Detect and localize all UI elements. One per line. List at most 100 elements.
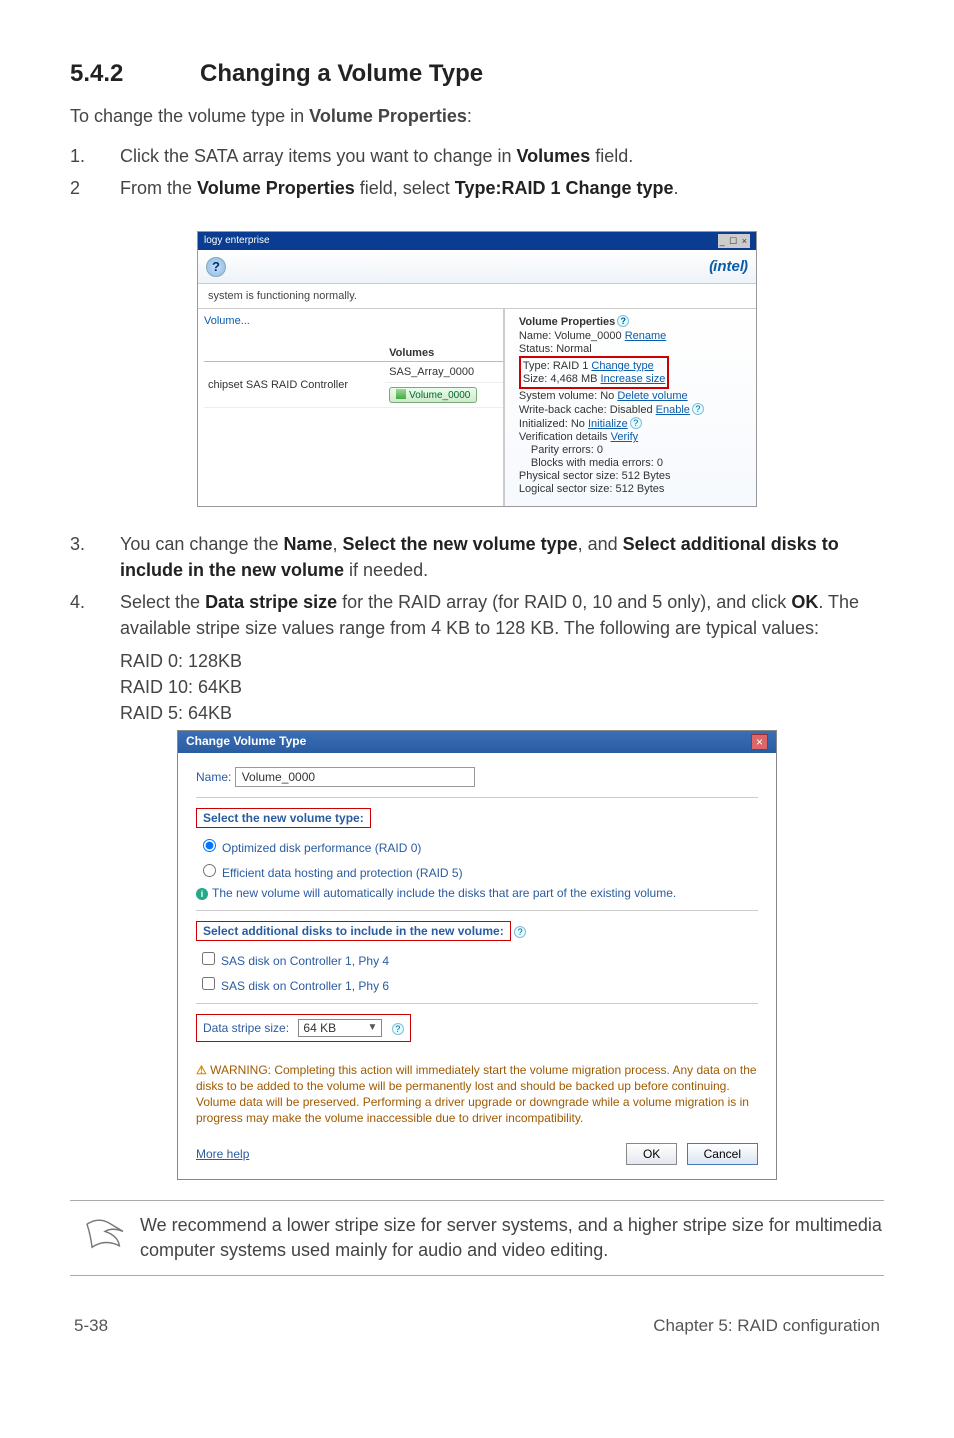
raid10-line: RAID 10: 64KB (120, 674, 884, 700)
controller-cell: chipset SAS RAID Controller (204, 362, 385, 408)
highlight-change-type: Type: RAID 1 Change type Size: 4,468 MB … (519, 356, 669, 389)
change-type-link[interactable]: Change type (591, 360, 653, 372)
name-line: Name: Volume_0000 (519, 330, 625, 342)
hint-icon[interactable]: ? (392, 1023, 404, 1035)
section-title: Changing a Volume Type (200, 60, 483, 87)
step-num: 2 (70, 175, 120, 201)
t: Select the new volume type (343, 534, 578, 554)
phys-line: Physical sector size: 512 Bytes (519, 470, 746, 482)
page-number: 5-38 (74, 1316, 108, 1336)
name-label: Name: (196, 770, 231, 784)
blocks-line: Blocks with media errors: 0 (519, 457, 746, 469)
dialog-title: Change Volume Type (186, 734, 306, 750)
step-1: 1. Click the SATA array items you want t… (70, 143, 884, 169)
vol-prop-header: Volume Properties (519, 316, 615, 328)
stripe-size-value: 64 KB (303, 1021, 336, 1035)
window-titlebar: logy enterprise _ ☐ × (198, 232, 756, 250)
init-line: Initialized: No (519, 418, 588, 430)
step-num: 1. (70, 143, 120, 169)
volume-link[interactable]: Volume... (204, 315, 503, 327)
step-num: 4. (70, 589, 120, 641)
select-disks-header: Select additional disks to include in th… (196, 921, 511, 941)
disk1-label: SAS disk on Controller 1, Phy 4 (221, 954, 389, 968)
t: Volumes (517, 146, 591, 166)
note-icon (70, 1217, 140, 1258)
increase-size-link[interactable]: Increase size (601, 373, 666, 385)
t: Type:RAID 1 Change type (455, 178, 674, 198)
t: You can change the (120, 534, 283, 554)
hint-icon[interactable]: ? (514, 926, 526, 938)
disk2-label: SAS disk on Controller 1, Phy 6 (221, 979, 389, 993)
rename-link[interactable]: Rename (625, 330, 667, 342)
ok-button[interactable]: OK (626, 1143, 677, 1165)
col-volumes: Volumes (385, 345, 503, 362)
window-buttons[interactable]: _ ☐ × (718, 234, 750, 248)
step-2: 2 From the Volume Properties field, sele… (70, 175, 884, 201)
disk2-checkbox[interactable] (202, 977, 215, 990)
note-text: We recommend a lower stripe size for ser… (140, 1213, 884, 1263)
log-line: Logical sector size: 512 Bytes (519, 483, 746, 495)
t: field, select (355, 178, 455, 198)
section-heading: 5.4.2Changing a Volume Type (70, 60, 884, 88)
intro-bold: Volume Properties (309, 106, 467, 126)
raid0-radio[interactable] (203, 839, 216, 852)
t: Data stripe size (205, 592, 337, 612)
status-line: Status: Normal (519, 343, 746, 355)
t: . (674, 178, 679, 198)
page-footer: 5-38 Chapter 5: RAID configuration (70, 1316, 884, 1336)
system-status: system is functioning normally. (198, 284, 756, 309)
type-line: Type: RAID 1 (523, 360, 591, 372)
wb-line: Write-back cache: Disabled (519, 404, 656, 416)
hint-icon[interactable]: ? (617, 315, 629, 327)
delete-volume-link[interactable]: Delete volume (617, 390, 687, 402)
hint-icon[interactable]: ? (630, 417, 642, 429)
hint-icon[interactable]: ? (692, 403, 704, 415)
enable-link[interactable]: Enable (656, 404, 690, 416)
close-icon[interactable]: × (751, 734, 768, 750)
step-4: 4. Select the Data stripe size for the R… (70, 589, 884, 641)
screenshot-volume-properties: logy enterprise _ ☐ × ? intel system is … (197, 231, 757, 507)
parity-line: Parity errors: 0 (519, 444, 746, 456)
t: Select the (120, 592, 205, 612)
dialog-titlebar: Change Volume Type × (178, 731, 776, 753)
name-input[interactable]: Volume_0000 (235, 767, 475, 787)
t: if needed. (344, 560, 428, 580)
raid5-label: Efficient data hosting and protection (R… (222, 866, 463, 880)
t: Volume Properties (197, 178, 355, 198)
t: Click the SATA array items you want to c… (120, 146, 517, 166)
intro-pre: To change the volume type in (70, 106, 309, 126)
warning-icon: ⚠ (196, 1063, 207, 1077)
sysvol-line: System volume: No (519, 390, 617, 402)
intro-post: : (467, 106, 472, 126)
t: , (333, 534, 343, 554)
intel-logo: intel (709, 258, 748, 275)
screenshot-change-volume-type: Change Volume Type × Name: Volume_0000 S… (177, 730, 777, 1180)
info-text: The new volume will automatically includ… (212, 886, 676, 900)
raid5-radio[interactable] (203, 864, 216, 877)
more-help-link[interactable]: More help (196, 1147, 249, 1161)
section-number: 5.4.2 (70, 60, 200, 88)
chapter-label: Chapter 5: RAID configuration (653, 1316, 880, 1336)
stripe-size-select[interactable]: 64 KB ▼ (298, 1019, 382, 1037)
step-num: 3. (70, 531, 120, 583)
size-line: Size: 4,468 MB (523, 373, 601, 385)
volume-button[interactable]: Volume_0000 (389, 387, 477, 403)
t: for the RAID array (for RAID 0, 10 and 5… (337, 592, 791, 612)
t: , and (578, 534, 623, 554)
t: From the (120, 178, 197, 198)
info-icon: i (196, 888, 208, 900)
help-icon[interactable]: ? (206, 257, 226, 277)
verif-line: Verification details (519, 431, 611, 443)
t: field. (590, 146, 633, 166)
initialize-link[interactable]: Initialize (588, 418, 628, 430)
disk1-checkbox[interactable] (202, 952, 215, 965)
cancel-button[interactable]: Cancel (687, 1143, 758, 1165)
select-type-header: Select the new volume type: (196, 808, 371, 828)
raid0-label: Optimized disk performance (RAID 0) (222, 841, 421, 855)
chevron-down-icon: ▼ (367, 1022, 377, 1033)
raid5-line: RAID 5: 64KB (120, 700, 884, 726)
raid0-line: RAID 0: 128KB (120, 648, 884, 674)
verify-link[interactable]: Verify (611, 431, 639, 443)
t: OK (791, 592, 818, 612)
array-cell: SAS_Array_0000 (385, 362, 503, 383)
